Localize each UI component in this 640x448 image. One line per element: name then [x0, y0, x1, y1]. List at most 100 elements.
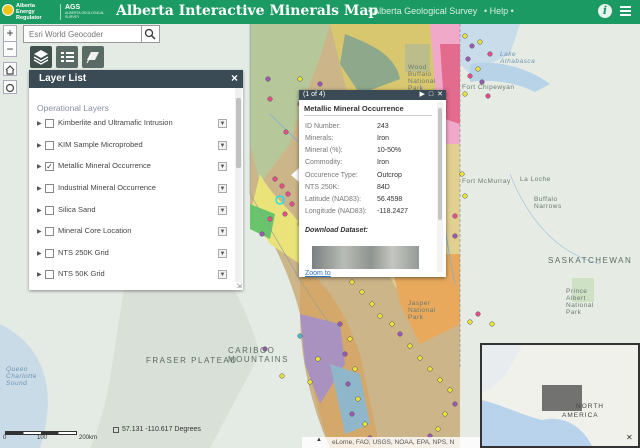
maximize-icon[interactable]: □ [429, 91, 433, 98]
zoom-control: + − [3, 25, 17, 57]
expand-arrow-icon[interactable]: ▶ [37, 163, 42, 170]
layer-options-icon[interactable]: ▼ [218, 184, 227, 193]
map-label-queen-charlotte: Queen Charlotte Sound [6, 366, 37, 387]
layer-row-metallic[interactable]: ▶ ✓ Metallic Mineral Occurrence ▼ [37, 161, 229, 175]
expand-arrow-icon[interactable]: ▶ [37, 185, 42, 192]
locate-button[interactable] [3, 80, 17, 94]
layer-options-icon[interactable]: ▼ [218, 141, 227, 150]
coordinate-icon[interactable] [113, 427, 119, 433]
ags-logo[interactable]: AGS ALBERTA GEOLOGICAL SURVEY [60, 4, 112, 20]
map-label-fort-mcmurray: Fort McMurray [462, 178, 511, 185]
attr-label: Mineral (%): [305, 147, 343, 154]
attr-value: Iron [377, 135, 390, 142]
aer-logo-text: Alberta Energy Regulator [16, 3, 42, 21]
layer-label: Silica Sand [58, 205, 96, 214]
layer-label: KIM Sample Microprobed [58, 140, 143, 149]
attr-label: NTS 250K: [305, 184, 340, 191]
map-label-wood-buffalo: Wood Buffalo National Park [408, 64, 436, 92]
popup-title: Metallic Mineral Occurrence [304, 104, 404, 113]
nav-link-help[interactable]: • Help • [484, 6, 514, 16]
layer-label: NTS 250K Grid [58, 248, 109, 257]
layer-label: Industrial Mineral Occurrence [58, 183, 156, 192]
overview-label-america: AMERICA [562, 412, 599, 419]
map-label-buffalo-narrows: Buffalo Narrows [534, 196, 562, 210]
home-icon [5, 65, 15, 75]
basemap-widget-button[interactable] [82, 46, 104, 68]
layer-row-kimberlite[interactable]: ▶ Kimberlite and Ultramafic Intrusion ▼ [37, 118, 229, 132]
layer-row-core-location[interactable]: ▶ Mineral Core Location ▼ [37, 226, 229, 240]
layer-list-header: Layer List × [29, 70, 243, 88]
aer-logo[interactable]: Alberta Energy Regulator [2, 2, 52, 22]
layer-row-silica-sand[interactable]: ▶ Silica Sand ▼ [37, 205, 229, 219]
popup-scrollbar[interactable] [437, 102, 443, 272]
attr-label: Commodity: [305, 159, 343, 166]
scale-label-0: 0 [3, 435, 7, 441]
layer-checkbox[interactable] [45, 206, 54, 215]
attr-value: Outcrop [377, 172, 402, 179]
search-button[interactable] [141, 26, 159, 42]
search-icon [144, 28, 156, 40]
scrollbar-thumb[interactable] [236, 98, 241, 168]
zoom-in-button[interactable]: + [4, 26, 16, 41]
aer-logo-mark [2, 4, 14, 16]
expand-arrow-icon[interactable]: ▶ [37, 120, 42, 127]
nav-link-ags[interactable]: • Alberta Geological Survey [368, 6, 477, 16]
feature-popup: (1 of 4) ▶ □ ✕ Metallic Mineral Occurrence… [299, 90, 446, 277]
popup-close-icon[interactable]: ✕ [437, 91, 443, 98]
expand-arrow-icon[interactable]: ▶ [37, 250, 42, 257]
scrollbar-thumb[interactable] [438, 108, 442, 220]
layer-options-icon[interactable]: ▼ [218, 206, 227, 215]
attr-value: 10-50% [377, 147, 402, 154]
layer-label: NTS 50K Grid [58, 269, 105, 278]
layer-row-nts-50k[interactable]: ▶ NTS 50K Grid ▼ [37, 269, 229, 283]
zoom-out-button[interactable]: − [4, 41, 16, 56]
layer-options-icon[interactable]: ▼ [218, 227, 227, 236]
expand-arrow-icon[interactable]: ▶ [37, 142, 42, 149]
layer-row-industrial[interactable]: ▶ Industrial Mineral Occurrence ▼ [37, 183, 229, 197]
expand-arrow-icon[interactable]: ▶ [37, 228, 42, 235]
dataset-thumbnail[interactable] [312, 246, 419, 269]
scale-label-100: 100 [37, 435, 48, 441]
layer-row-kim-sample[interactable]: ▶ KIM Sample Microprobed ▼ [37, 140, 229, 154]
layer-checkbox[interactable]: ✓ [45, 162, 54, 171]
layer-checkbox[interactable] [45, 119, 54, 128]
map-label-cariboo: CARIBOO MOUNTAINS [228, 346, 289, 364]
expand-arrow-icon[interactable]: ▶ [37, 271, 42, 278]
layer-checkbox[interactable] [45, 270, 54, 279]
info-button[interactable]: i [598, 4, 612, 18]
search-input[interactable] [24, 26, 142, 42]
layer-options-icon[interactable]: ▼ [218, 162, 227, 171]
attribution-expand-icon[interactable]: ▲ [316, 437, 322, 443]
layer-options-icon[interactable]: ▼ [218, 249, 227, 258]
map-label-lake-athabasca: Lake Athabasca [500, 51, 536, 65]
popup-feature-count: (1 of 4) [303, 91, 326, 98]
attr-value: 84D [377, 184, 390, 191]
layer-list-widget-button[interactable] [30, 46, 52, 68]
close-icon[interactable]: × [231, 71, 238, 85]
legend-widget-button[interactable] [56, 46, 78, 68]
layer-checkbox[interactable] [45, 184, 54, 193]
overview-map[interactable]: NORTH AMERICA ✕ [480, 343, 640, 448]
resize-handle-icon[interactable]: ⇲ [236, 282, 242, 290]
home-button[interactable] [3, 62, 17, 76]
layer-checkbox[interactable] [45, 249, 54, 258]
layers-icon [33, 50, 49, 65]
expand-arrow-icon[interactable]: ▶ [37, 207, 42, 214]
layer-options-icon[interactable]: ▼ [218, 270, 227, 279]
zoom-to-link[interactable]: Zoom to [305, 270, 331, 277]
layer-checkbox[interactable] [45, 141, 54, 150]
overview-collapse-icon[interactable]: ✕ [626, 433, 633, 442]
layer-options-icon[interactable]: ▼ [218, 119, 227, 128]
map-attribution: eLorne, FAO, USGS, NOAA, EPA, NPS, N [302, 437, 480, 448]
scale-label-200: 200km [79, 435, 98, 441]
layer-list-body: Operational Layers ▶ Kimberlite and Ultr… [29, 88, 235, 290]
attr-value: Iron [377, 159, 390, 166]
layer-checkbox[interactable] [45, 227, 54, 236]
layer-row-nts-250k[interactable]: ▶ NTS 250K Grid ▼ [37, 248, 229, 262]
locate-icon [5, 83, 15, 93]
layer-label: Mineral Core Location [58, 226, 132, 235]
geocoder-search [23, 25, 160, 43]
menu-icon[interactable] [620, 6, 631, 16]
next-feature-icon[interactable]: ▶ [420, 91, 425, 98]
layer-list-scrollbar[interactable] [235, 88, 242, 282]
